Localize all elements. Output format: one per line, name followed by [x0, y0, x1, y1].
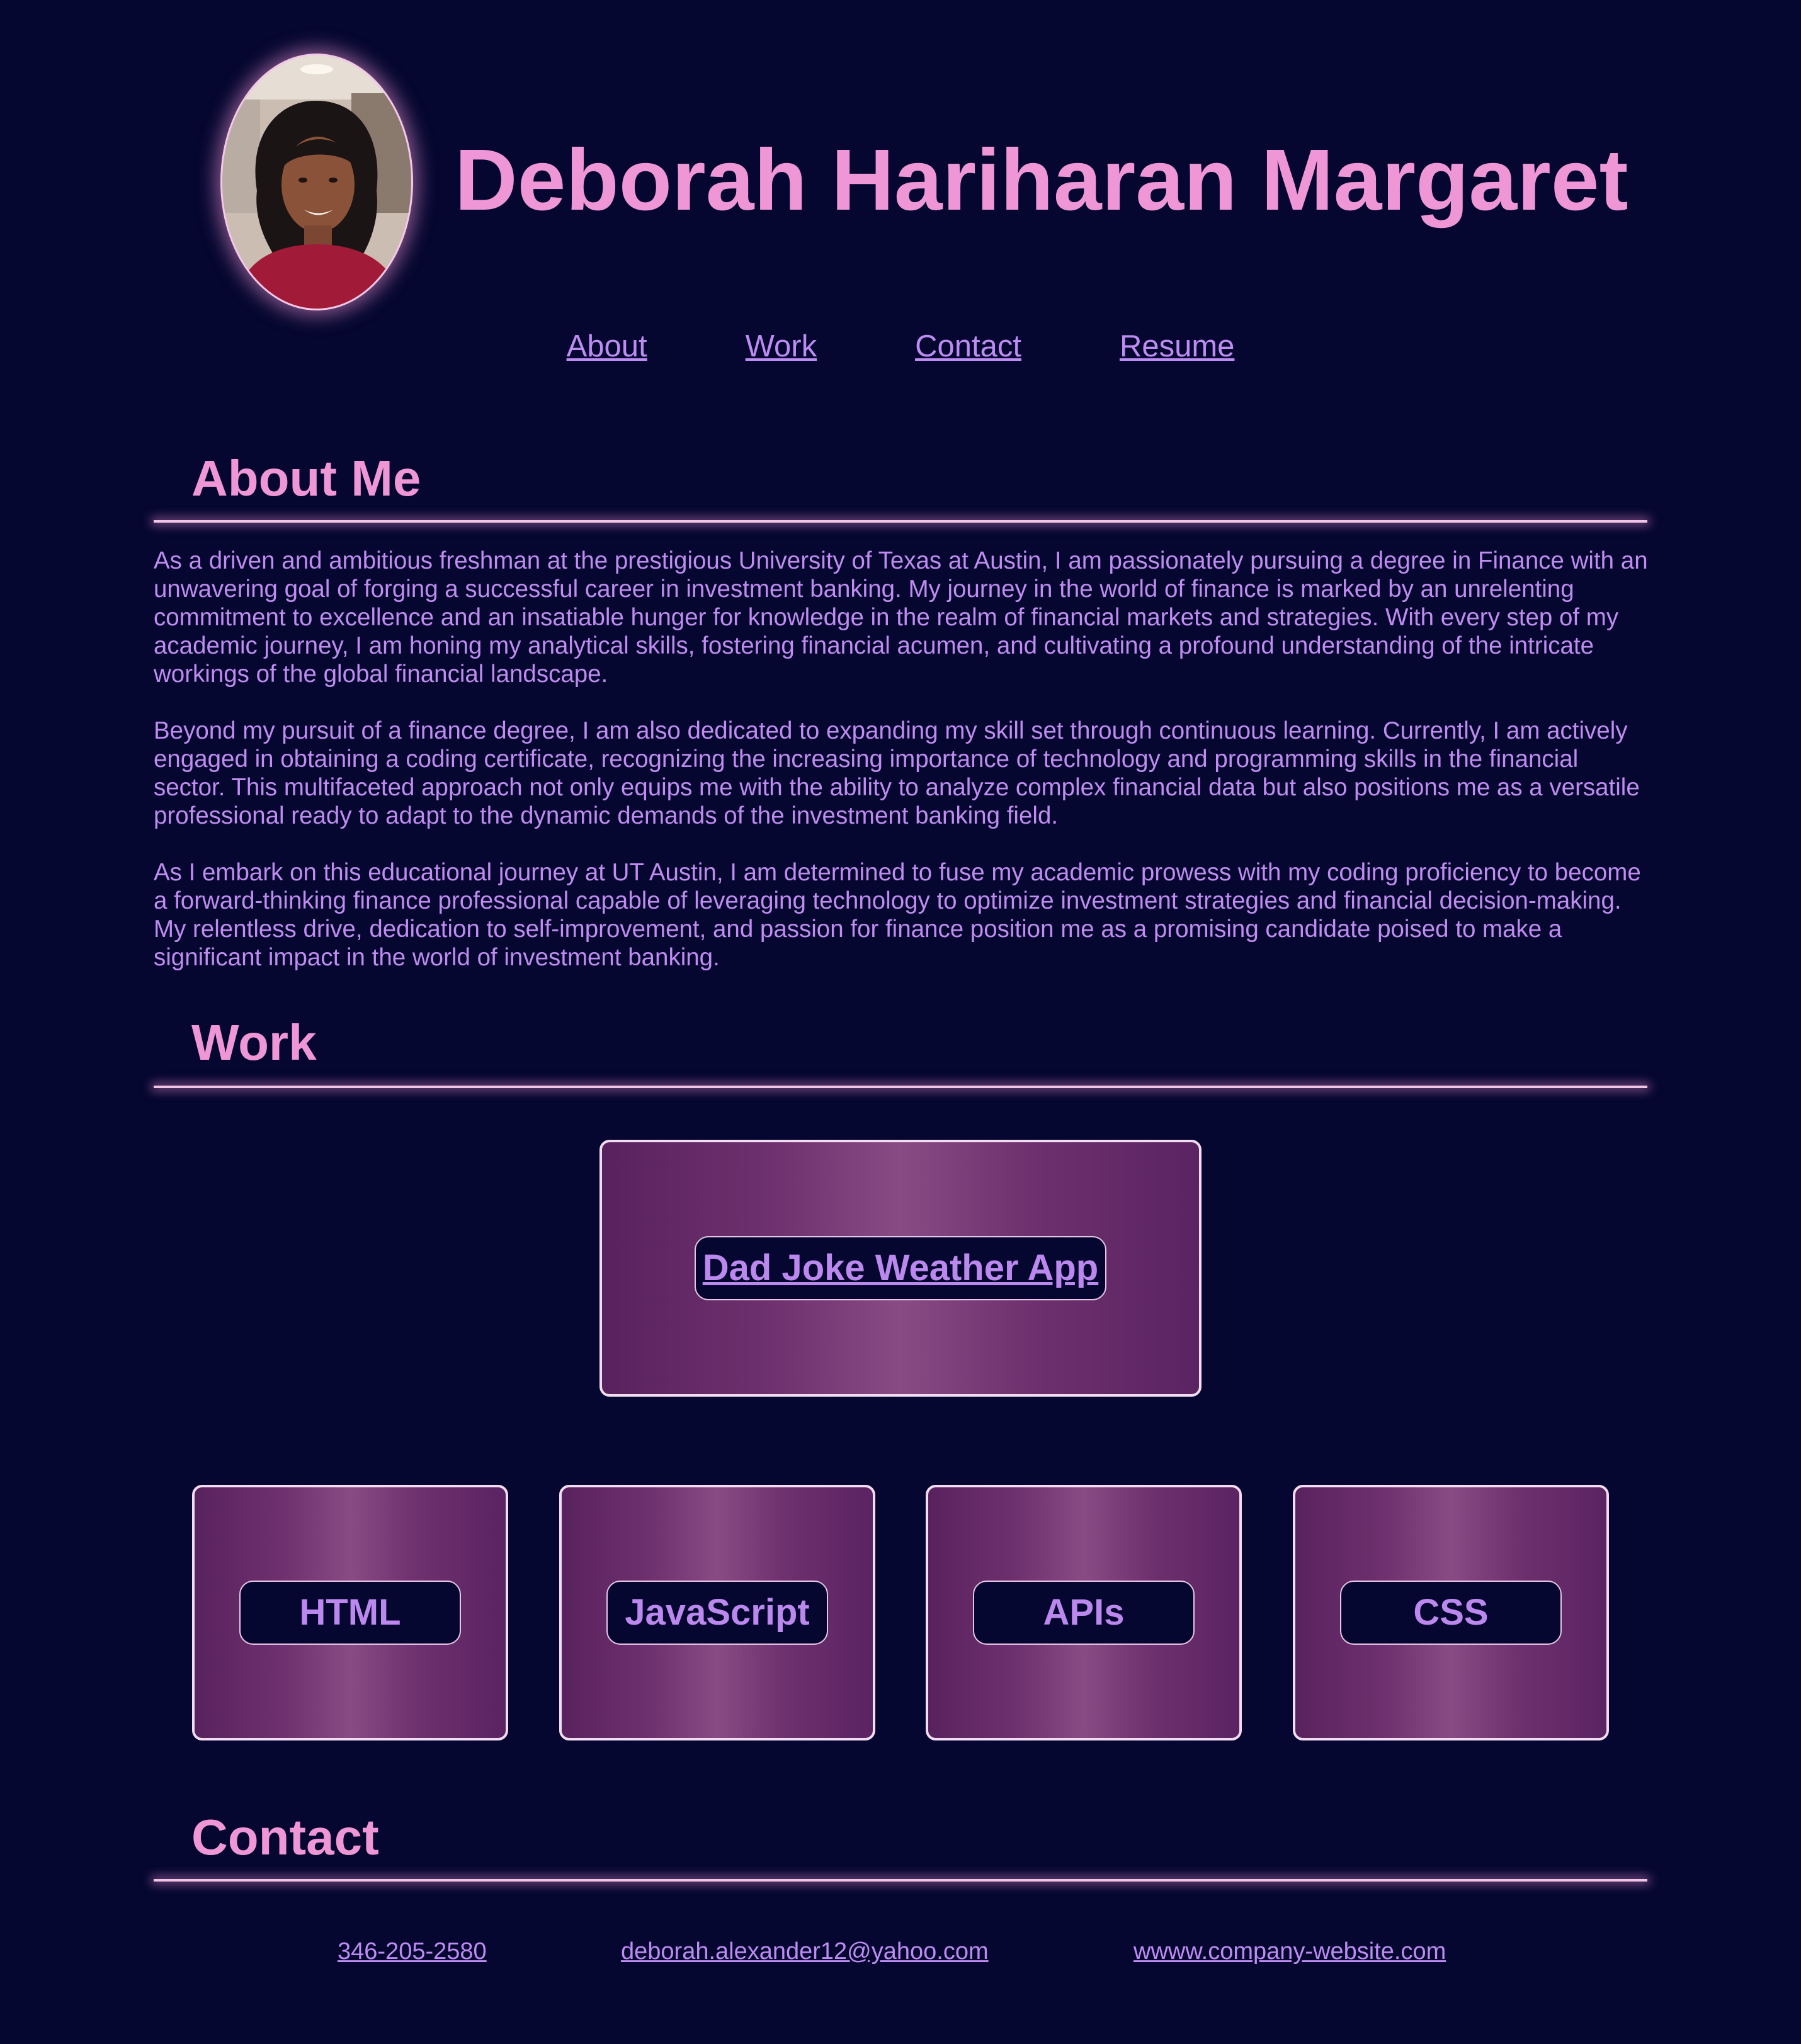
skill-label: CSS: [1340, 1581, 1562, 1645]
project-link[interactable]: Dad Joke Weather App: [695, 1236, 1106, 1300]
contact-divider: [154, 1879, 1647, 1882]
project-card[interactable]: Dad Joke Weather App: [599, 1140, 1202, 1397]
about-divider: [154, 520, 1647, 523]
skill-card-apis: APIs: [926, 1485, 1242, 1740]
site-name: Deborah Hariharan Margaret: [455, 132, 1628, 229]
work-heading: Work: [191, 1014, 317, 1070]
nav-link-work[interactable]: Work: [746, 327, 817, 365]
about-paragraph: Beyond my pursuit of a finance degree, I…: [154, 717, 1640, 829]
nav-link-about[interactable]: About: [567, 327, 647, 365]
skill-label: HTML: [239, 1581, 461, 1645]
skill-card-javascript: JavaScript: [559, 1485, 875, 1740]
about-body: As a driven and ambitious freshman at th…: [154, 547, 1652, 1000]
profile-photo: [220, 54, 413, 310]
about-heading: About Me: [191, 450, 421, 506]
skill-card-html: HTML: [192, 1485, 508, 1740]
profile-photo-image: [222, 55, 411, 309]
nav-link-contact[interactable]: Contact: [915, 327, 1021, 365]
about-paragraph: As I embark on this educational journey …: [154, 859, 1641, 971]
skill-card-css: CSS: [1293, 1485, 1609, 1740]
website-link[interactable]: wwww.company-website.com: [1133, 1937, 1446, 1966]
skill-label: JavaScript: [606, 1581, 828, 1645]
email-link[interactable]: deborah.alexander12@yahoo.com: [621, 1937, 989, 1966]
phone-link[interactable]: 346-205-2580: [338, 1937, 487, 1966]
skill-label: APIs: [973, 1581, 1195, 1645]
portfolio-page: Deborah Hariharan Margaret About Work Cont…: [0, 0, 1801, 2044]
contact-heading: Contact: [191, 1809, 379, 1865]
main-nav: About Work Contact Resume: [0, 327, 1801, 365]
work-divider: [154, 1086, 1647, 1088]
about-paragraph: As a driven and ambitious freshman at th…: [154, 547, 1648, 688]
nav-link-resume[interactable]: Resume: [1120, 327, 1234, 365]
